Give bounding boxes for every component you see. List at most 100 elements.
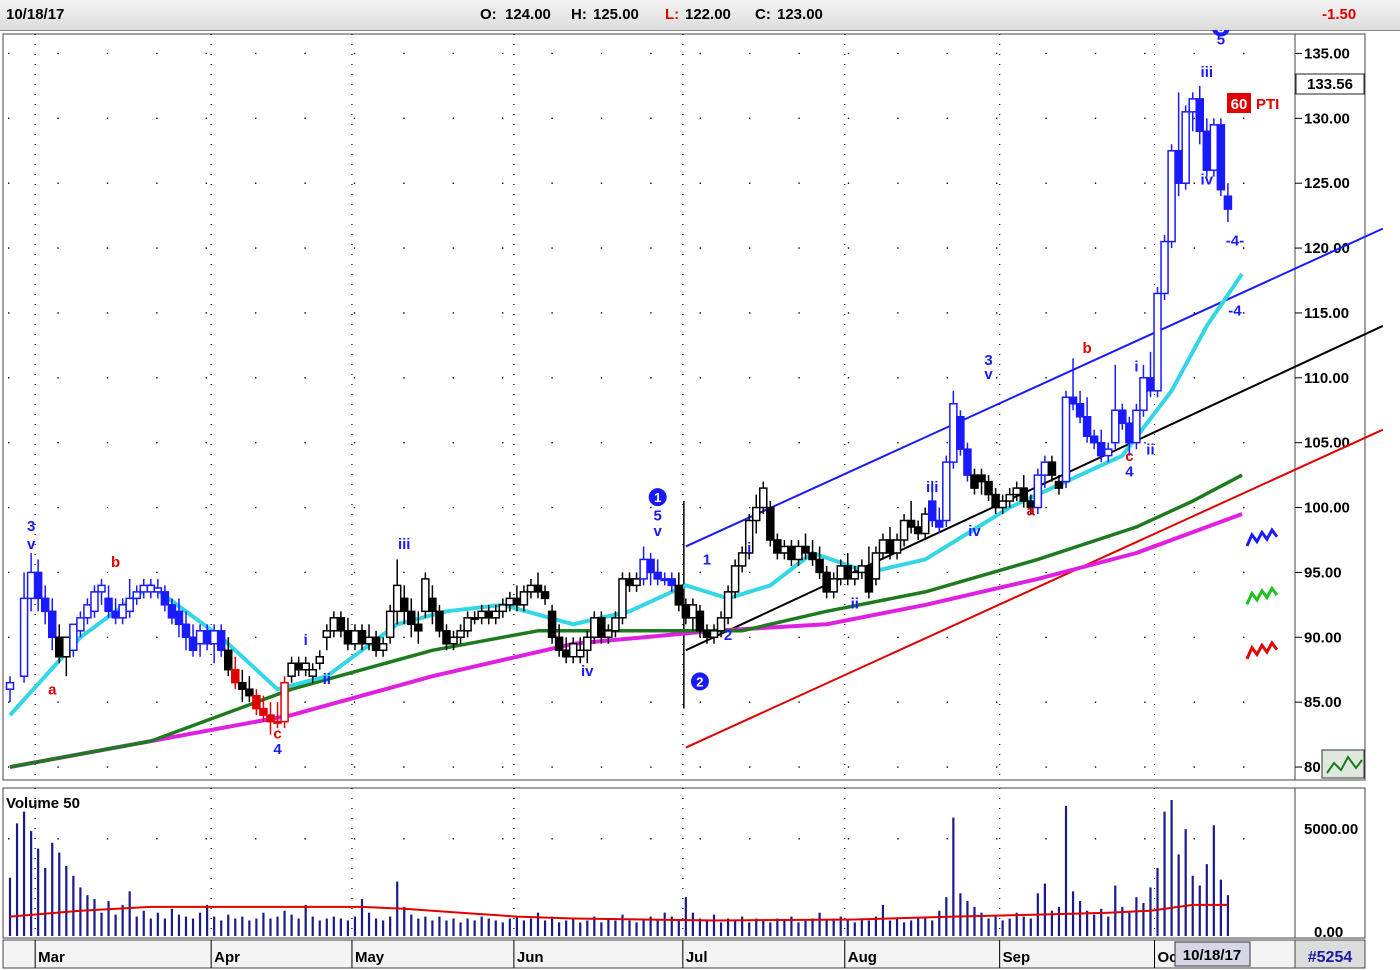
candle-body [280,681,289,723]
candle-body [343,630,353,645]
candle-body [231,668,240,684]
wave-label: a [48,681,57,698]
month-label: Sep [1003,949,1031,966]
candle-body [991,493,1000,509]
candle-body [956,415,965,450]
candle-body [1202,130,1212,171]
candle-body [949,403,958,463]
month-label: Jul [686,949,708,966]
candle-body [871,552,881,580]
month-label: Aug [848,949,877,966]
pti-period: 60 [1231,96,1248,113]
candle-body [836,565,845,580]
wave-label: v [984,366,993,383]
candle-body [5,681,15,690]
wave-label: c [1125,448,1133,465]
candle-body [1061,396,1071,483]
candle-body [998,500,1007,509]
candle-body [97,584,106,593]
candle-body [808,552,817,561]
candle-body [780,545,789,554]
candle-body [62,636,71,658]
candle-body [209,630,219,645]
wave-circle-label: 3 [1217,30,1224,36]
wave-circle-label: 1 [654,490,661,505]
candle-body [33,571,43,600]
candle-body [195,630,205,645]
candle-body [653,571,662,580]
candle-body [723,591,733,619]
candle-body [1174,150,1183,184]
wave-label: i [747,540,751,557]
candle-body [759,487,768,509]
candle-body [90,591,99,613]
price-panel[interactable] [2,33,1296,781]
candle-body [329,617,339,632]
candle-body [709,630,719,639]
price-tick-label: 125.00 [1304,175,1350,192]
candle-body [456,630,465,639]
candle-body [104,597,113,613]
candle-body [392,584,402,613]
candle-body [843,565,853,580]
date-axis-panel [2,939,1296,969]
candle-body [1146,377,1155,392]
candle-body [69,623,78,652]
open-label: O: [480,6,497,23]
candle-body [259,707,268,716]
candle-body [202,630,212,645]
price-chart[interactable]: 135.00 130.00 125.00 1 2 0.00 115.00 110.00 105.… [0,30,1400,970]
candle-body [822,571,831,593]
pti-label: PTI [1256,96,1279,113]
candle-body [702,630,712,639]
candle-body [477,610,486,619]
wave-label: -4- [1226,232,1244,249]
candle-body [1096,441,1106,457]
candle-body [674,584,684,606]
candle-body [1160,240,1169,295]
high-value: 125.00 [593,6,639,23]
wave-label: i [1134,358,1138,375]
candle-body [942,461,951,522]
wave-label: c [273,725,281,742]
candle-body [139,584,149,593]
candle-body [829,578,838,593]
candle-body [308,668,317,677]
candle-body [118,604,127,619]
chart-thumbnail-icon[interactable] [1321,749,1365,779]
wave-circle-label: 2 [696,674,703,689]
price-tick-label: 135.00 [1304,45,1350,62]
price-tick-label: 115.00 [1304,305,1349,322]
candle-body [378,643,388,652]
wave-label: i [304,632,308,649]
wave-label: iv [1201,171,1214,188]
candle-body [920,513,930,535]
candle-body [1223,195,1233,210]
candle-body [364,636,374,645]
candle-body [864,565,874,593]
candle-body [1167,150,1176,243]
header-date: 10/18/17 [6,6,65,23]
wave-label: iii [1201,64,1214,81]
wave-label: a [1027,502,1036,519]
wave-label: iii [926,479,939,496]
candle-body [730,565,740,593]
wave-label: v [27,536,36,553]
candle-body [512,597,522,606]
candle-body [40,597,50,613]
price-axis-panel [1294,33,1366,781]
candle-body [878,539,888,554]
month-label: Apr [214,949,240,966]
candle-body [83,604,92,619]
candle-body [153,587,163,593]
candle-body [984,480,993,496]
candle-body [1111,409,1120,444]
candle-body [336,617,346,632]
close-label: C: [755,6,771,23]
price-tick-label: 85.00 [1304,694,1342,711]
wave-label: 2 [724,627,732,644]
wave-label: iii [398,536,411,553]
cursor-date: 10/18/17 [1183,947,1241,964]
candle-body [181,623,191,639]
candle-body [414,623,423,632]
